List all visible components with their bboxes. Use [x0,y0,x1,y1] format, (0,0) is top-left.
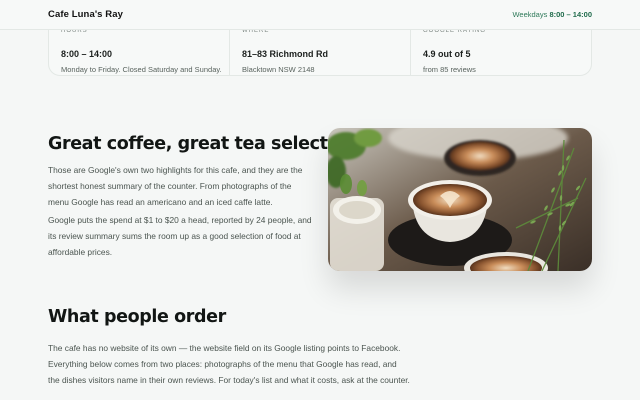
info-rating-note: from 85 reviews [423,65,476,74]
info-hours-note: Monday to Friday. Closed Saturday and Su… [61,65,222,74]
site-brand[interactable]: Cafe Luna's Ray [48,9,123,20]
section-heading-order: What people order [48,307,226,327]
top-bar: Cafe Luna's Ray Weekdays 8:00 – 14:00 [0,0,640,30]
section-heading-coffee: Great coffee, great tea selection [48,134,357,154]
hours-badge: Weekdays 8:00 – 14:00 [512,10,592,19]
hours-badge-value: 8:00 – 14:00 [549,10,592,19]
info-rating-value: 4.9 out of 5 [423,49,471,59]
info-where-value: 81–83 Richmond Rd [242,49,329,59]
section-coffee-paragraph-1: Those are Google's own two highlights fo… [48,165,303,207]
section-coffee-paragraph-2: Google puts the spend at $1 to $20 a hea… [48,215,312,257]
section-order-paragraph: The cafe has no website of its own — the… [48,343,410,385]
info-hours-value: 8:00 – 14:00 [61,49,113,59]
hours-badge-label: Weekdays [512,10,548,19]
coffee-photo [328,128,592,271]
coffee-photo-illustration [328,128,592,271]
info-where-note: Blacktown NSW 2148 [242,65,315,74]
